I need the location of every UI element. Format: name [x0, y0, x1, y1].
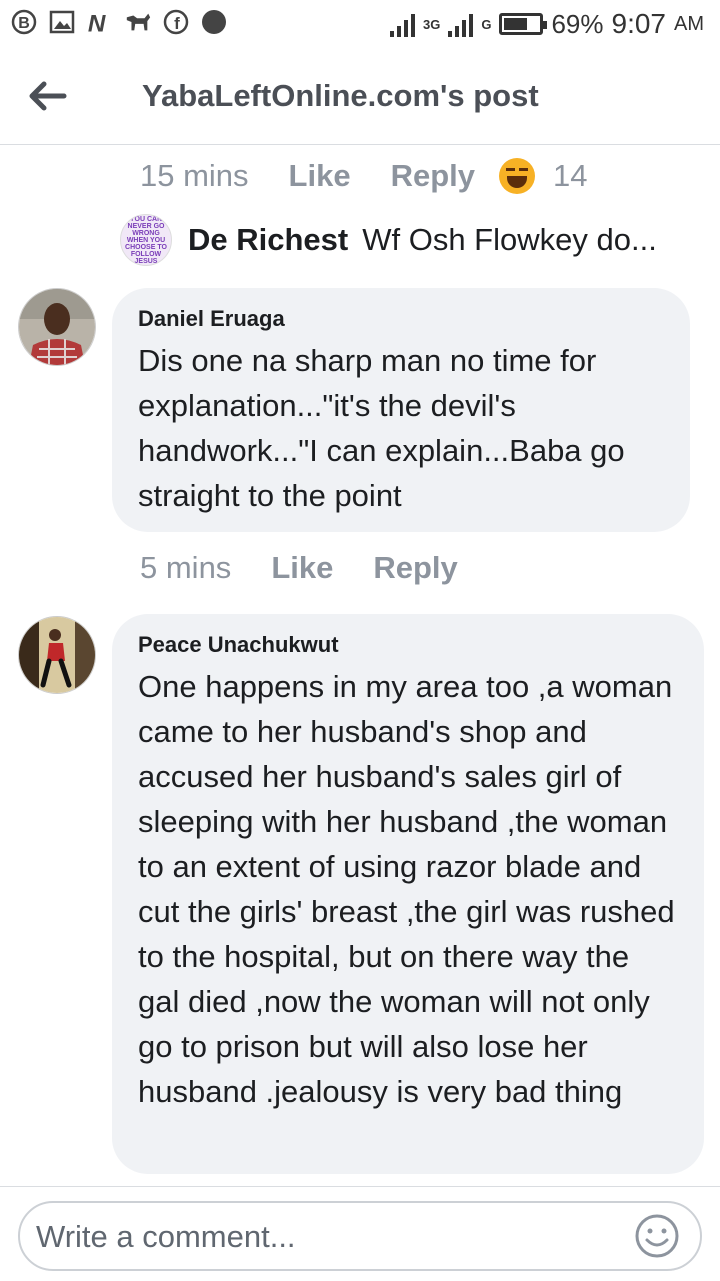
clock-ampm: AM: [674, 12, 704, 35]
comment-timestamp: 5 mins: [140, 550, 232, 585]
comment-bubble: Daniel Eruaga Dis one na sharp man no ti…: [112, 288, 690, 532]
network-type-2-label: G: [481, 16, 492, 32]
like-button[interactable]: Like: [289, 158, 351, 194]
network-type-label: 3G: [422, 16, 441, 32]
like-button[interactable]: Like: [271, 550, 333, 586]
reply-button[interactable]: Reply: [373, 550, 457, 586]
battery-icon: [499, 13, 548, 35]
reply-button[interactable]: Reply: [391, 158, 475, 194]
person-photo-icon: [19, 289, 95, 365]
emoji-button[interactable]: [634, 1213, 680, 1259]
comment-text: One happens in my area too ,a woman came…: [138, 669, 675, 1109]
reply-avatar-text: YOU CAN NEVER GO WRONG WHEN YOU CHOOSE T…: [125, 215, 167, 265]
comment-author-name[interactable]: Peace Unachukwut: [138, 632, 678, 658]
battery-fill: [504, 18, 528, 30]
signal-strength-2-icon: [448, 11, 474, 37]
comment-box[interactable]: [18, 1201, 702, 1271]
avatar[interactable]: [18, 288, 96, 366]
notification-icons: B N f: [10, 8, 228, 36]
reply-preview[interactable]: YOU CAN NEVER GO WRONG WHEN YOU CHOOSE T…: [120, 214, 657, 266]
back-arrow-icon: [29, 81, 67, 111]
svg-text:f: f: [174, 14, 180, 33]
dog-app-icon: [124, 8, 152, 36]
system-indicators: 3G G 69% 9:07 AM: [389, 8, 704, 40]
signal-strength-icon: [389, 11, 415, 37]
comment-composer: [0, 1186, 720, 1281]
comment-input[interactable]: [34, 1215, 598, 1259]
comment-text: Dis one na sharp man no time for explana…: [138, 343, 625, 513]
page-title: YabaLeftOnline.com's post: [142, 78, 539, 113]
reply-avatar: YOU CAN NEVER GO WRONG WHEN YOU CHOOSE T…: [120, 214, 172, 266]
haha-emoji-icon[interactable]: [499, 158, 535, 194]
news-n-icon: N: [86, 8, 114, 36]
comment-author-name[interactable]: Daniel Eruaga: [138, 306, 664, 332]
comment-meta: 5 mins Like Reply: [140, 550, 498, 586]
prev-comment-meta: 15 mins Like Reply 14: [140, 158, 587, 194]
smiley-icon: [635, 1214, 679, 1258]
clock-time: 9:07: [611, 8, 667, 39]
reply-text: Wf Osh Flowkey do...: [362, 222, 657, 257]
status-bar: B N f 3G G 69% 9:07 AM: [0, 0, 720, 50]
person-photo-icon: [19, 617, 95, 693]
facebook-icon: f: [162, 8, 190, 36]
svg-text:B: B: [18, 15, 30, 32]
avatar[interactable]: [18, 616, 96, 694]
reaction-count[interactable]: 14: [553, 158, 587, 194]
dot-icon: [200, 8, 228, 36]
gallery-icon: [48, 8, 76, 36]
back-button[interactable]: [26, 76, 70, 116]
comment-bubble: Peace Unachukwut One happens in my area …: [112, 614, 704, 1174]
battery-percent: 69%: [551, 8, 604, 39]
comment-timestamp: 15 mins: [140, 158, 249, 193]
reply-author-name[interactable]: De Richest: [188, 222, 348, 258]
svg-text:N: N: [88, 10, 106, 35]
post-header: YabaLeftOnline.com's post: [0, 50, 720, 145]
b-app-icon: B: [10, 8, 38, 36]
